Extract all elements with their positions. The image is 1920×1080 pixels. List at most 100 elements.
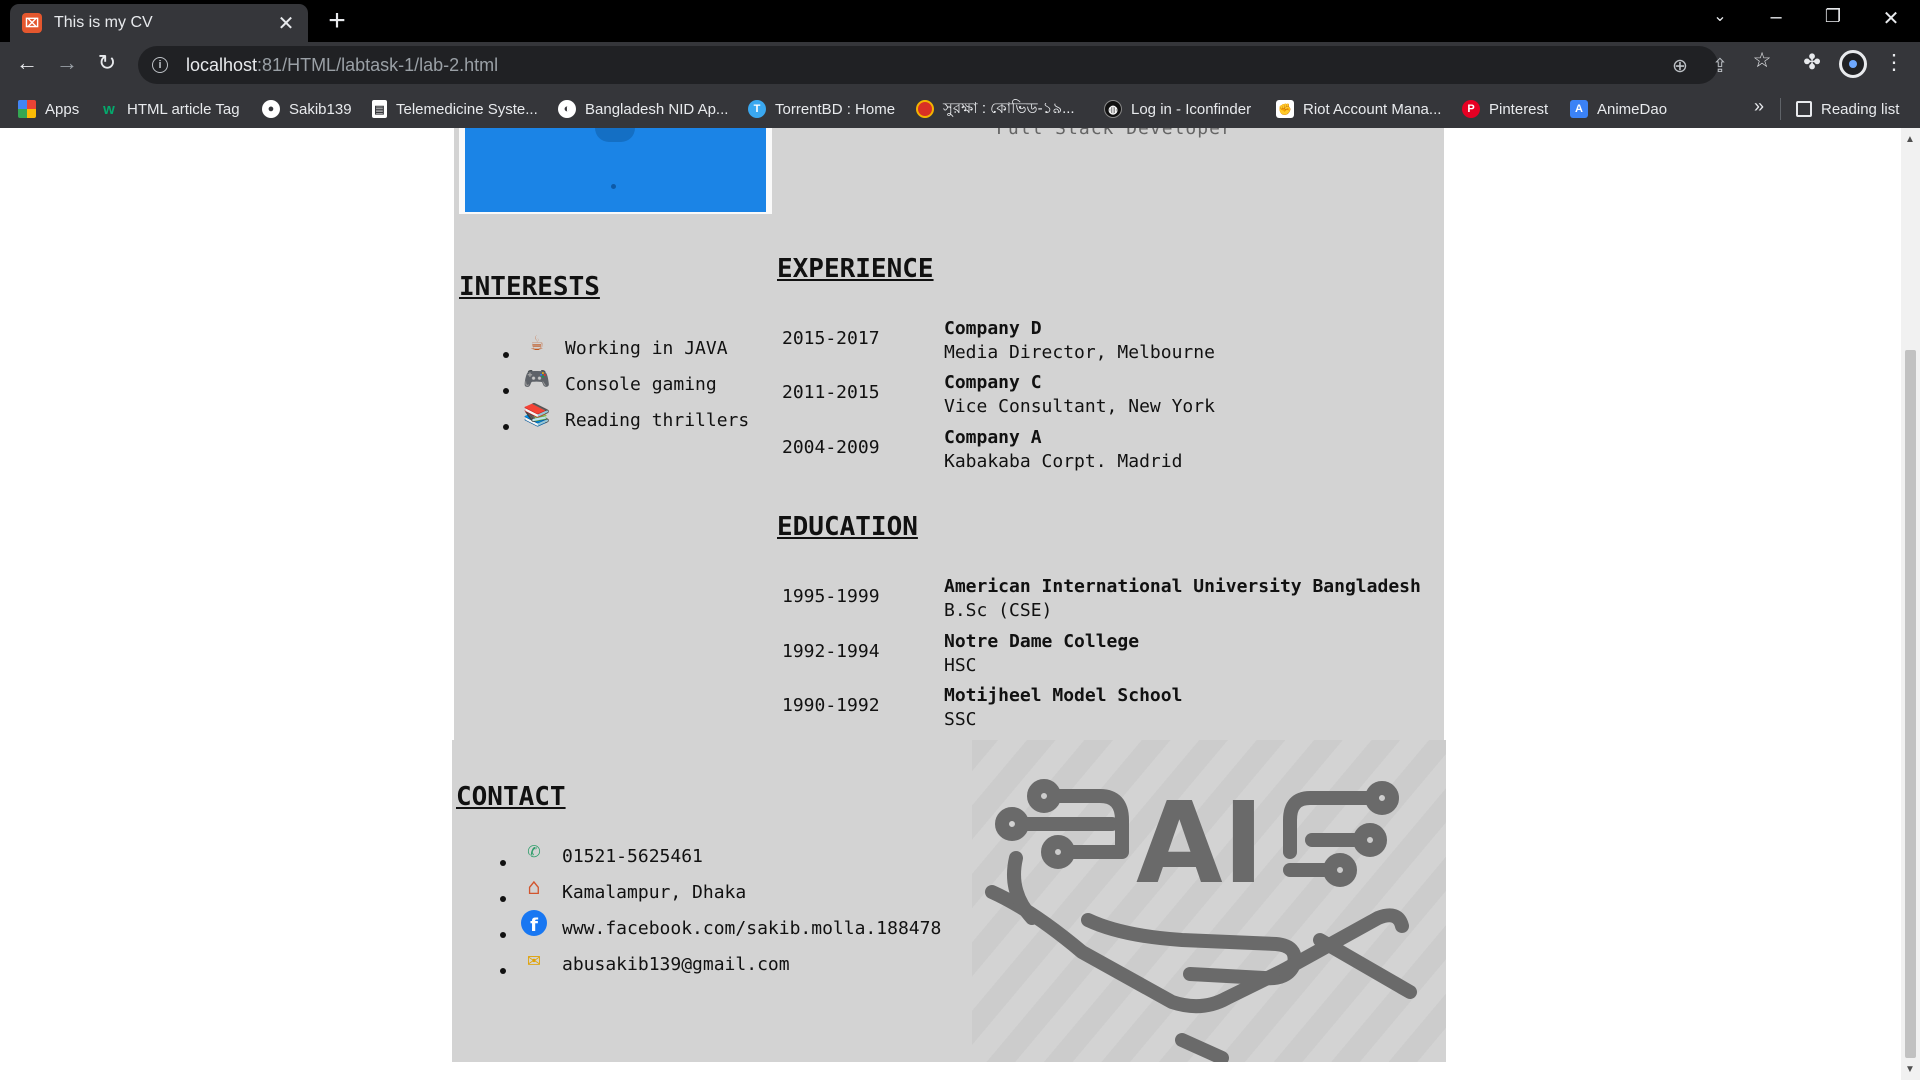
experience-years: 2015-2017 [782,328,880,349]
experience-years: 2004-2009 [782,437,880,458]
close-tab-icon[interactable]: ✕ [276,11,296,36]
scroll-up-arrow-icon[interactable]: ▲ [1905,134,1915,145]
experience-company: Company D [944,318,1042,339]
apps-grid-icon [18,100,36,118]
interests-heading: INTERESTS [459,272,600,302]
java-cup-icon: ☕ [530,330,544,356]
education-institution: Motijheel Model School [944,685,1183,706]
books-icon: 📚 [523,402,551,428]
gamepad-icon: 🎮 [523,366,551,392]
facebook-icon: f [520,909,548,937]
bookmark-label: সুরক্ষা : কোভিড-১৯... [943,99,1075,117]
interest-item: 📚 Reading thrillers [502,402,749,438]
education-years: 1995-1999 [782,586,880,607]
forward-button[interactable]: → [52,50,82,76]
bookmark-label: Pinterest [1489,100,1549,118]
reload-button[interactable]: ↻ [92,50,122,76]
reading-list-button[interactable]: Reading list [1796,98,1899,120]
menu-kebab-icon[interactable]: ⋮ [1880,50,1908,75]
profile-dot [1849,60,1857,68]
page-scrollbar[interactable]: ▲ ▼ [1901,128,1920,1080]
bookmark-label: AnimeDao [1597,100,1668,118]
education-degree: B.Sc (CSE) [944,600,1053,621]
contact-heading: CONTACT [456,782,566,812]
reading-list-label: Reading list [1821,100,1900,118]
interest-item: 🎮 Console gaming [502,366,749,402]
education-institution: Notre Dame College [944,631,1140,652]
bookmark-label: Riot Account Mana... [1303,100,1442,118]
zoom-icon[interactable]: ⊕ [1668,55,1692,78]
bookmark-star-icon[interactable]: ☆ [1748,48,1776,73]
bookmark-torrentbd[interactable]: T TorrentBD : Home [748,98,895,120]
contact-address: Kamalampur, Dhaka [562,881,747,903]
contact-item: ✉ abusakib139@gmail.com [499,946,941,982]
shirt-collar [595,128,635,142]
ai-hand-icon: AI [985,779,1417,1065]
profile-avatar[interactable] [1839,50,1867,78]
page-viewport: Full Stack Developer INTERESTS ☕ Working… [0,128,1901,1080]
contact-facebook: www.facebook.com/sakib.molla.188478 [562,917,942,939]
bookmark-telemedicine[interactable]: ▤ Telemedicine Syste... [372,98,538,120]
education-years: 1992-1994 [782,641,880,662]
scrollbar-thumb[interactable] [1905,350,1916,1058]
restore-button[interactable]: ❐ [1813,6,1853,27]
browser-toolbar: ← → ↻ i localhost:81/HTML/labtask-1/lab-… [0,42,1920,88]
animedao-icon: A [1570,100,1588,118]
xampp-favicon-icon: ⌧ [22,13,42,33]
bookmark-label: Apps [45,100,80,118]
contact-list: ✆ 01521-5625461 ⌂ Kamalampur, Dhaka f ww… [499,838,942,982]
url-text: localhost:81/HTML/labtask-1/lab-2.html [186,55,498,76]
bookmarks-divider [1780,98,1781,120]
pinterest-icon: P [1462,100,1480,118]
education-heading: EDUCATION [777,512,918,542]
phone-icon: ✆ [527,838,541,864]
shirt-button [611,184,616,189]
profile-photo [459,128,772,214]
bookmark-animedao[interactable]: A AnimeDao [1570,98,1667,120]
contact-section: AI CONTACT ✆ 01521-5625461 ⌂ Kamalampur,… [452,740,1446,1065]
document-icon: ▤ [372,100,387,118]
bookmark-riot[interactable]: ✊ Riot Account Mana... [1276,98,1441,120]
iconfinder-icon: ◍ [1104,100,1122,118]
bookmarks-overflow-icon[interactable]: » [1754,96,1764,117]
bookmark-apps[interactable]: Apps [18,98,79,120]
bookmark-label: HTML article Tag [127,100,240,118]
extensions-icon[interactable]: ✤ [1798,50,1826,75]
bookmark-pinterest[interactable]: P Pinterest [1462,98,1548,120]
contact-email: abusakib139@gmail.com [562,953,790,975]
experience-years: 2011-2015 [782,382,880,403]
tab-search-icon[interactable]: ⌄ [1700,6,1740,26]
minimize-button[interactable]: – [1756,6,1796,29]
back-button[interactable]: ← [12,50,42,76]
ai-art-text: AI [1136,779,1264,909]
education-years: 1990-1992 [782,695,880,716]
experience-role: Kabakaba Corpt. Madrid [944,451,1183,472]
interest-item: ☕ Working in JAVA [502,330,749,366]
w3schools-icon: w [103,100,115,118]
cv-role-subtitle: Full Stack Developer [996,128,1233,139]
contact-item: ✆ 01521-5625461 [499,838,941,874]
url-host: localhost [186,54,258,75]
bookmarks-bar: Apps w HTML article Tag ● Sakib139 ▤ Tel… [0,88,1920,128]
scroll-down-arrow-icon[interactable]: ▼ [1905,1064,1915,1075]
site-info-icon[interactable]: i [152,57,168,73]
experience-heading: EXPERIENCE [777,254,934,284]
new-tab-button[interactable]: + [322,6,352,36]
url-path: :81/HTML/labtask-1/lab-2.html [257,54,499,75]
bookmark-iconfinder[interactable]: ◍ Log in - Iconfinder [1104,98,1251,120]
bookmark-nid[interactable]: ◐ Bangladesh NID Ap... [558,98,728,120]
bookmark-label: Sakib139 [289,100,352,118]
bookmark-html-article[interactable]: w HTML article Tag [100,98,240,120]
bookmark-sakib139[interactable]: ● Sakib139 [262,98,352,120]
share-icon[interactable]: ⇪ [1708,55,1732,78]
close-window-button[interactable]: ✕ [1871,6,1911,31]
address-bar[interactable]: i localhost:81/HTML/labtask-1/lab-2.html… [138,46,1728,84]
tab-title: This is my CV [54,14,153,31]
browser-tab[interactable]: ⌧ This is my CV ✕ [10,4,308,42]
reading-list-icon [1796,101,1812,117]
bookmark-surokkha[interactable]: সুরক্ষা : কোভিড-১৯... [916,98,1075,120]
bd-govt-icon [916,100,934,118]
contact-item: f www.facebook.com/sakib.molla.188478 [499,909,942,946]
education-degree: HSC [944,655,977,676]
experience-company: Company C [944,372,1042,393]
